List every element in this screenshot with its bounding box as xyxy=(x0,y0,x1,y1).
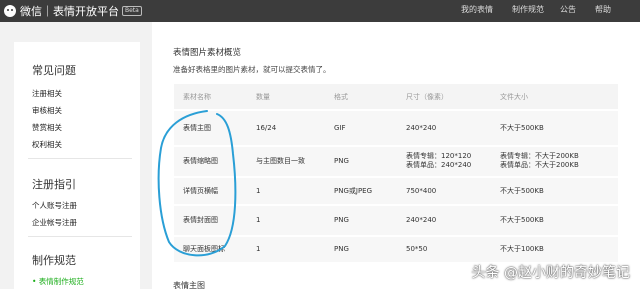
nav-announcements[interactable]: 公告 xyxy=(560,4,576,15)
table-cell: PNG xyxy=(334,157,349,165)
nav-my-stickers[interactable]: 我的表情 xyxy=(461,4,493,15)
watermark: 头条 @赵小财的奇妙笔记 xyxy=(471,265,630,281)
sidebar-divider xyxy=(28,158,132,159)
table-cell: 1 xyxy=(256,216,261,224)
table-cell: 表情封面图 xyxy=(183,216,218,224)
table-header-size: 尺寸（像素） xyxy=(406,93,448,101)
table-row: 表情缩略图 与主图数目一致 PNG 表情专辑：120*120 表情单品：240*… xyxy=(174,147,618,177)
table-header-filesize: 文件大小 xyxy=(500,93,528,101)
sidebar-item-sticker-specs[interactable]: • 表情制作规范 xyxy=(32,276,84,287)
table-cell: PNG xyxy=(334,216,349,224)
table-header-row: 素材名称 数量 格式 尺寸（像素） 文件大小 xyxy=(174,84,618,110)
table-cell: 与主图数目一致 xyxy=(256,157,305,165)
table-cell: 详情页横幅 xyxy=(183,187,218,195)
sidebar-item-personal-register[interactable]: 个人账号注册 xyxy=(32,200,77,211)
sidebar-heading-faq: 常见问题 xyxy=(32,64,76,77)
sidebar-item-review[interactable]: 审核相关 xyxy=(32,105,62,116)
table-row: 详情页横幅 1 PNG或JPEG 750*400 不大于500KB xyxy=(174,178,618,205)
brand-title: 微信｜表情开放平台 xyxy=(20,5,119,18)
nav-specs[interactable]: 制作规范 xyxy=(512,4,544,15)
table-cell: 16/24 xyxy=(256,124,277,132)
table-header-count: 数量 xyxy=(256,93,270,101)
table-cell: PNG xyxy=(334,245,349,253)
sidebar-heading-register-guide: 注册指引 xyxy=(32,178,76,191)
sidebar-item-registration[interactable]: 注册相关 xyxy=(32,88,62,99)
sidebar-divider xyxy=(28,236,132,237)
page-description: 准备好表格里的图片素材，就可以提交表情了。 xyxy=(173,65,331,74)
sidebar-item-enterprise-register[interactable]: 企业帐号注册 xyxy=(32,217,77,228)
sidebar-item-appreciation[interactable]: 赞赏相关 xyxy=(32,122,62,133)
page-title: 表情图片素材概览 xyxy=(173,48,242,58)
table-cell: 表情专辑：不大于200KB 表情单品：不大于200KB xyxy=(500,152,579,169)
table-cell: 不大于500KB xyxy=(500,216,544,224)
sidebar-heading-specs: 制作规范 xyxy=(32,254,76,267)
table-cell: 表情缩略图 xyxy=(183,157,218,165)
beta-badge: Beta xyxy=(122,6,142,16)
top-bar: 微信｜表情开放平台 Beta 我的表情 制作规范 公告 帮助 xyxy=(0,0,640,22)
table-cell: 240*240 xyxy=(406,124,437,132)
table-cell: 240*240 xyxy=(406,216,437,224)
table-cell: 聊天面板图标 xyxy=(183,245,225,253)
table-header-name: 素材名称 xyxy=(183,93,211,101)
wechat-logo-icon xyxy=(4,5,16,17)
table-cell: 750*400 xyxy=(406,187,437,195)
table-cell: 50*50 xyxy=(406,245,428,253)
main-content: 表情图片素材概览 准备好表格里的图片素材，就可以提交表情了。 素材名称 数量 格… xyxy=(152,22,640,289)
table-row: 聊天面板图标 1 PNG 50*50 不大于100KB xyxy=(174,237,618,263)
brand[interactable]: 微信｜表情开放平台 Beta xyxy=(4,2,142,20)
table-cell: 1 xyxy=(256,245,261,253)
table-row: 表情封面图 1 PNG 240*240 不大于500KB xyxy=(174,206,618,236)
table-cell: PNG或JPEG xyxy=(334,187,373,195)
table-cell: 不大于100KB xyxy=(500,245,544,253)
sidebar-item-rights[interactable]: 权利相关 xyxy=(32,139,62,150)
table-cell: 不大于500KB xyxy=(500,124,544,132)
nav-help[interactable]: 帮助 xyxy=(595,4,611,15)
table-cell: GIF xyxy=(334,124,346,132)
section-subheading: 表情主图 xyxy=(173,281,205,289)
table-header-format: 格式 xyxy=(334,93,348,101)
table-cell: 表情主图 xyxy=(183,124,211,132)
table-cell: 1 xyxy=(256,187,261,195)
table-cell: 表情专辑：120*120 表情单品：240*240 xyxy=(406,152,472,169)
table-cell: 不大于500KB xyxy=(500,187,544,195)
table-row: 表情主图 16/24 GIF 240*240 不大于500KB xyxy=(174,111,618,146)
sidebar: 常见问题 注册相关 审核相关 赞赏相关 权利相关 注册指引 个人账号注册 企业帐… xyxy=(14,42,140,289)
